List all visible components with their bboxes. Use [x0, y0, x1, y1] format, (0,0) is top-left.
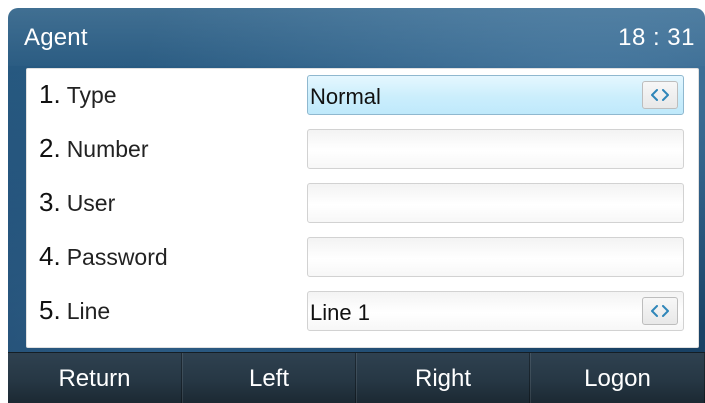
- row-text: Number: [66, 136, 149, 162]
- type-selector-button[interactable]: [642, 81, 678, 109]
- row-label: 4. Password: [39, 241, 168, 272]
- phone-screen: Agent 18 : 31 1. Type Normal 2. Number 3…: [8, 8, 705, 403]
- type-select[interactable]: Normal: [307, 75, 684, 115]
- left-right-arrows-icon: [651, 89, 669, 101]
- number-field[interactable]: [307, 129, 684, 169]
- line-value: Line 1: [310, 300, 370, 325]
- row-user[interactable]: 3. User: [27, 177, 698, 229]
- clock: 18 : 31: [618, 24, 695, 51]
- type-value: Normal: [310, 84, 381, 109]
- row-label: 3. User: [39, 187, 115, 218]
- softkey-return[interactable]: Return: [8, 353, 182, 403]
- row-text: Type: [66, 82, 117, 108]
- row-label: 1. Type: [39, 79, 117, 110]
- softkey-bar: Return Left Right Logon: [8, 352, 705, 403]
- row-number-index: 2.: [39, 133, 61, 163]
- softkey-left[interactable]: Left: [182, 353, 356, 403]
- row-line[interactable]: 5. Line Line 1: [27, 285, 698, 337]
- row-number[interactable]: 2. Number: [27, 123, 698, 175]
- row-text: User: [66, 190, 116, 216]
- row-type[interactable]: 1. Type Normal: [27, 69, 698, 121]
- row-number-index: 3.: [39, 187, 61, 217]
- title-bar: Agent 18 : 31: [8, 8, 705, 66]
- line-select[interactable]: Line 1: [307, 291, 684, 331]
- row-number-index: 5.: [39, 295, 61, 325]
- line-selector-button[interactable]: [642, 297, 678, 325]
- screen-title: Agent: [24, 24, 88, 51]
- left-right-arrows-icon: [651, 305, 669, 317]
- password-field[interactable]: [307, 237, 684, 277]
- user-field[interactable]: [307, 183, 684, 223]
- row-password[interactable]: 4. Password: [27, 231, 698, 283]
- softkey-right[interactable]: Right: [356, 353, 530, 403]
- row-label: 2. Number: [39, 133, 149, 164]
- agent-settings-panel: 1. Type Normal 2. Number 3. User 4. Pass…: [26, 68, 699, 348]
- row-label: 5. Line: [39, 295, 110, 326]
- row-number: 1.: [39, 79, 61, 109]
- row-text: Password: [66, 244, 168, 270]
- softkey-logon[interactable]: Logon: [530, 353, 705, 403]
- row-number-index: 4.: [39, 241, 61, 271]
- row-text: Line: [66, 298, 111, 324]
